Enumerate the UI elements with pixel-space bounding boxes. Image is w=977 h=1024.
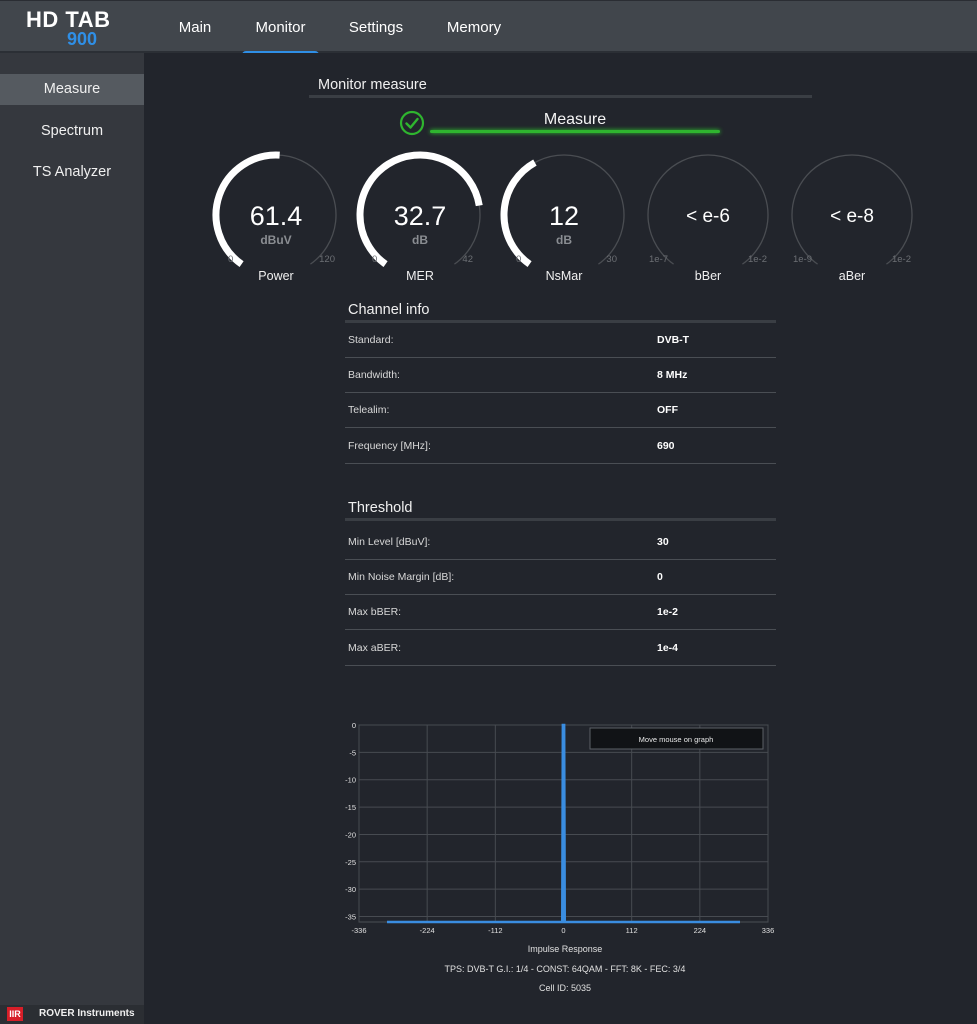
channel-row-telealim: Telealim: OFF bbox=[345, 393, 776, 428]
sidebar-item-ts-analyzer[interactable]: TS Analyzer bbox=[0, 157, 144, 188]
gauge-mer: 32.7 dB 0 42 MER bbox=[355, 150, 485, 285]
threshold-row-min-level: Min Level [dBuV]: 30 bbox=[345, 525, 776, 560]
gauge-max-label: 1e-2 bbox=[891, 254, 911, 265]
tab-main[interactable]: Main bbox=[168, 1, 222, 54]
tab-monitor[interactable]: Monitor bbox=[242, 1, 319, 56]
gauge-min-label: 0 bbox=[516, 254, 522, 265]
gauge-aber: < e-8 1e-9 1e-2 aBer bbox=[787, 150, 917, 285]
x-tick-label: -336 bbox=[351, 926, 366, 935]
gauge-unit: dBuV bbox=[260, 233, 292, 247]
row-value: DVB-T bbox=[657, 334, 690, 346]
row-label: Max aBER: bbox=[348, 642, 402, 654]
gauge-name: NsMar bbox=[545, 269, 583, 283]
check-circle-icon bbox=[399, 110, 425, 136]
gauge-unit: dB bbox=[412, 233, 428, 247]
y-tick-label: -30 bbox=[345, 885, 356, 894]
monitor-measure-title: Monitor measure bbox=[318, 77, 427, 93]
row-label: Telealim: bbox=[348, 404, 390, 416]
row-value: OFF bbox=[657, 404, 678, 416]
sidebar: Measure Spectrum TS Analyzer bbox=[0, 53, 144, 1024]
threshold-row-max-bber: Max bBER: 1e-2 bbox=[345, 595, 776, 630]
divider bbox=[309, 95, 812, 98]
gauge-min-label: 0 bbox=[228, 254, 234, 265]
gauge-bber: < e-6 1e-7 1e-2 bBer bbox=[643, 150, 773, 285]
y-tick-label: 0 bbox=[352, 721, 356, 730]
y-tick-label: -15 bbox=[345, 803, 356, 812]
row-value: 690 bbox=[657, 440, 675, 452]
gauge-name: aBer bbox=[838, 269, 866, 283]
gauge-value: < e-8 bbox=[830, 206, 874, 227]
row-label: Max bBER: bbox=[348, 606, 402, 618]
x-tick-label: 0 bbox=[561, 926, 565, 935]
rover-logo-icon: IIR bbox=[7, 1007, 23, 1021]
x-tick-label: 336 bbox=[762, 926, 775, 935]
channel-info-title: Channel info bbox=[348, 302, 430, 318]
top-navigation-bar: HD TAB 900 Main Monitor Settings Memory bbox=[0, 0, 977, 56]
gauge-max-label: 30 bbox=[606, 254, 617, 265]
tps-caption: TPS: DVB-T G.I.: 1/4 - CONST: 64QAM - FF… bbox=[444, 964, 686, 974]
cell-id-caption: Cell ID: 5035 bbox=[538, 983, 592, 993]
y-tick-label: -5 bbox=[349, 748, 356, 757]
row-label: Standard: bbox=[348, 334, 394, 346]
row-value: 30 bbox=[657, 536, 669, 548]
y-tick-label: -10 bbox=[345, 776, 356, 785]
gauge-name: MER bbox=[406, 269, 434, 283]
x-tick-label: -112 bbox=[488, 926, 502, 935]
row-label: Frequency [MHz]: bbox=[348, 440, 431, 452]
gauge-min-label: 1e-9 bbox=[793, 254, 813, 265]
y-tick-label: -35 bbox=[345, 913, 356, 922]
gauge-min-label: 0 bbox=[372, 254, 378, 265]
gauge-max-label: 120 bbox=[319, 254, 335, 265]
x-tick-label: 224 bbox=[694, 926, 707, 935]
threshold-row-max-aber: Max aBER: 1e-4 bbox=[345, 631, 776, 666]
row-label: Bandwidth: bbox=[348, 369, 400, 381]
sidebar-item-spectrum[interactable]: Spectrum bbox=[0, 116, 144, 147]
x-tick-label: -224 bbox=[420, 926, 435, 935]
threshold-row-min-noise-margin: Min Noise Margin [dB]: 0 bbox=[345, 560, 776, 595]
gauge-value: < e-6 bbox=[686, 206, 730, 227]
gauge-name: Power bbox=[258, 269, 294, 283]
chart-xlabel: Impulse Response bbox=[527, 944, 603, 954]
row-value: 8 MHz bbox=[657, 369, 688, 381]
gauge-nsmar: 12 dB 0 30 NsMar bbox=[499, 150, 629, 285]
row-value: 0 bbox=[657, 571, 663, 583]
footer-brand: IIR ROVER Instruments bbox=[0, 1005, 144, 1024]
measure-status-bar bbox=[430, 130, 720, 133]
y-tick-label: -25 bbox=[345, 858, 356, 867]
app-logo: HD TAB 900 bbox=[26, 7, 118, 49]
channel-row-bandwidth: Bandwidth: 8 MHz bbox=[345, 358, 776, 393]
channel-row-frequency: Frequency [MHz]: 690 bbox=[345, 429, 776, 464]
channel-row-standard: Standard: DVB-T bbox=[345, 323, 776, 358]
gauge-value: 61.4 bbox=[249, 201, 303, 231]
gauge-unit: dB bbox=[556, 233, 572, 247]
y-tick-label: -20 bbox=[345, 830, 356, 839]
gauge-value: 12 bbox=[548, 201, 580, 231]
sidebar-item-measure[interactable]: Measure bbox=[0, 74, 144, 105]
divider bbox=[345, 518, 776, 521]
row-label: Min Level [dBuV]: bbox=[348, 536, 431, 548]
gauge-name: bBer bbox=[694, 269, 722, 283]
impulse-response-chart[interactable]: -336 -224 -112 0 112 224 336 0 -5 -10 -15 -20 -25 -30… bbox=[335, 715, 785, 955]
gauge-min-label: 1e-7 bbox=[649, 254, 669, 265]
gauge-power: 61.4 dBuV 0 120 Power bbox=[211, 150, 341, 285]
x-tick-label: 112 bbox=[626, 926, 638, 935]
measure-status-label: Measure bbox=[543, 111, 607, 128]
row-value: 1e-2 bbox=[657, 606, 679, 618]
tab-memory[interactable]: Memory bbox=[437, 1, 511, 54]
row-value: 1e-4 bbox=[657, 642, 679, 654]
gauge-value: 32.7 bbox=[393, 201, 447, 231]
logo-model: 900 bbox=[67, 29, 98, 49]
gauge-max-label: 42 bbox=[462, 254, 473, 265]
chart-tooltip-text: Move mouse on graph bbox=[639, 735, 714, 744]
company-name: ROVER Instruments bbox=[39, 1008, 135, 1019]
tab-settings[interactable]: Settings bbox=[340, 1, 412, 54]
gauge-max-label: 1e-2 bbox=[747, 254, 767, 265]
threshold-title: Threshold bbox=[348, 500, 413, 516]
row-label: Min Noise Margin [dB]: bbox=[348, 571, 455, 583]
